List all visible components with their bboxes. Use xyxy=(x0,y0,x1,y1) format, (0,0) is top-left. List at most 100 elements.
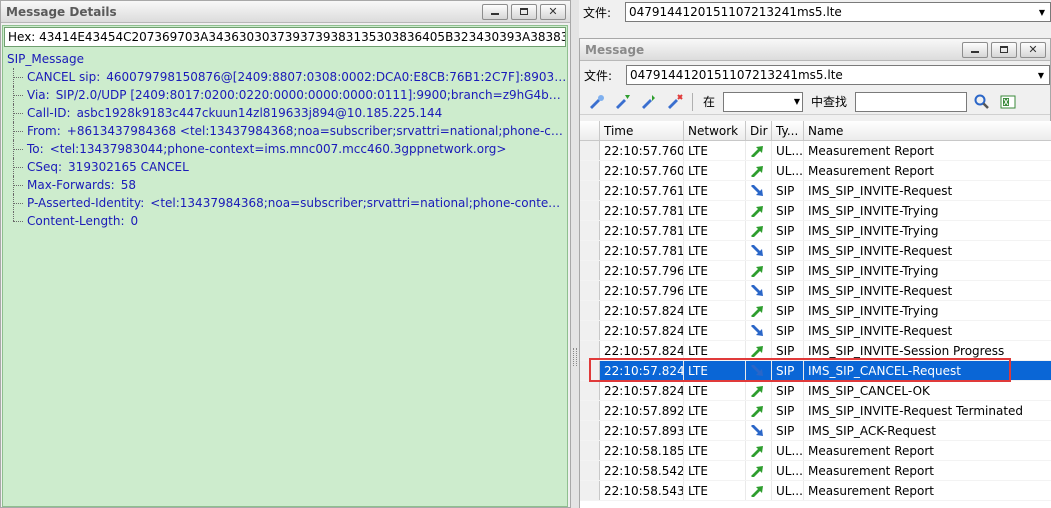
message-detail-tree-area: Hex: 43414E43454C207369703A3436303037393… xyxy=(2,25,568,507)
minimize-icon xyxy=(491,13,499,15)
minimize-button[interactable] xyxy=(482,3,508,20)
panel-title: Message Details xyxy=(6,4,117,19)
chevron-down-icon[interactable]: ▼ xyxy=(1034,3,1050,21)
message-file-selector[interactable]: 047914412015110721324​1ms5.lte ▼ xyxy=(626,65,1050,85)
direction-cell xyxy=(746,401,772,420)
column-header-name[interactable]: Name xyxy=(804,121,1051,140)
search-input[interactable] xyxy=(855,91,968,112)
filter-add-button[interactable] xyxy=(638,92,660,112)
table-row[interactable]: 22:10:57.796 LTE SIP IMS_SIP_INVITE-Request xyxy=(580,281,1051,301)
table-row[interactable]: 22:10:57.781 LTE SIP IMS_SIP_INVITE-Request xyxy=(580,241,1051,261)
message-minimize-button[interactable] xyxy=(962,41,988,58)
table-row[interactable]: 22:10:57.824 LTE SIP IMS_SIP_INVITE-Request xyxy=(580,321,1051,341)
direction-cell xyxy=(746,261,772,280)
field-value: <tel:13437983044;phone-context=ims.mnc00… xyxy=(49,142,507,156)
message-close-button[interactable]: ✕ xyxy=(1020,41,1046,58)
row-header-cell xyxy=(580,361,600,380)
tree-field-row[interactable]: CANCEL sip: 460079798150876@[2409:8807:03… xyxy=(7,68,567,86)
downlink-arrow-icon xyxy=(751,424,763,436)
direction-cell xyxy=(746,461,772,480)
time-cell: 22:10:58.185 xyxy=(600,441,684,460)
row-header-cell xyxy=(580,461,600,480)
direction-cell xyxy=(746,281,772,300)
column-header-dir[interactable]: Dir xyxy=(746,121,772,140)
tree-field-row[interactable]: From: +8613437984368 <tel:13437984368;noa… xyxy=(7,122,567,140)
table-row[interactable]: 22:10:57.781 LTE SIP IMS_SIP_INVITE-Trying xyxy=(580,221,1051,241)
message-maximize-button[interactable] xyxy=(991,41,1017,58)
time-cell: 22:10:57.796 xyxy=(600,261,684,280)
hex-dump-row[interactable]: Hex: 43414E43454C207369703A3436303037393… xyxy=(4,27,566,47)
column-header-network[interactable]: Network xyxy=(684,121,746,140)
name-cell: IMS_SIP_INVITE-Request xyxy=(804,181,1051,200)
in-label: 在 xyxy=(703,95,716,109)
uplink-arrow-icon xyxy=(751,485,763,497)
name-cell: IMS_SIP_INVITE-Request xyxy=(804,241,1051,260)
time-cell: 22:10:57.824 xyxy=(600,321,684,340)
table-row[interactable]: 22:10:57.760 LTE UL... Measurement Report xyxy=(580,141,1051,161)
tree-field-row[interactable]: Via: SIP/2.0/UDP [2409:8017:0200:0220:000… xyxy=(7,86,567,104)
name-cell: IMS_SIP_INVITE-Trying xyxy=(804,201,1051,220)
search-button[interactable] xyxy=(971,92,993,112)
time-cell: 22:10:57.892 xyxy=(600,401,684,420)
tree-connector xyxy=(7,176,27,194)
table-row[interactable]: 22:10:58.543 LTE UL... Measurement Report xyxy=(580,481,1051,501)
chevron-down-icon[interactable]: ▼ xyxy=(1033,66,1049,84)
time-cell: 22:10:57.760 xyxy=(600,141,684,160)
message-title: Message xyxy=(585,42,645,57)
field-name: Call-ID: xyxy=(27,106,71,120)
time-cell: 22:10:57.824 xyxy=(600,301,684,320)
row-header-cell xyxy=(580,381,600,400)
search-scope-select[interactable]: ▼ xyxy=(723,91,804,112)
table-row[interactable]: 22:10:57.893 LTE SIP IMS_SIP_ACK-Request xyxy=(580,421,1051,441)
message-table: Time Network Dir Ty... Name 22:10:57.760… xyxy=(580,121,1051,508)
direction-cell xyxy=(746,241,772,260)
export-excel-button[interactable] xyxy=(997,92,1019,112)
row-header-cell xyxy=(580,201,600,220)
file-name: 047914412015110721324​1ms5.lte xyxy=(630,68,843,82)
close-button[interactable]: ✕ xyxy=(540,3,566,20)
table-row[interactable]: 22:10:57.781 LTE SIP IMS_SIP_INVITE-Trying xyxy=(580,201,1051,221)
field-name: Via: xyxy=(27,88,50,102)
table-row[interactable]: 22:10:57.824 LTE SIP IMS_SIP_INVITE-Trying xyxy=(580,301,1051,321)
row-header-cell xyxy=(580,421,600,440)
type-cell: SIP xyxy=(772,201,804,220)
tree-field-row[interactable]: To: <tel:13437983044;phone-context=ims.mn… xyxy=(7,140,567,158)
tree-field-row[interactable]: Content-Length: 0 xyxy=(7,212,567,230)
filter-up-button[interactable] xyxy=(586,92,608,112)
name-cell: Measurement Report xyxy=(804,441,1051,460)
network-cell: LTE xyxy=(684,261,746,280)
table-row[interactable]: 22:10:57.824 LTE SIP IMS_SIP_CANCEL-OK xyxy=(580,381,1051,401)
tree-field-row[interactable]: P-Asserted-Identity: <tel:13437984368;noa… xyxy=(7,194,567,212)
tree-field-row[interactable]: CSeq: 319302165 CANCEL xyxy=(7,158,567,176)
table-row[interactable]: 22:10:58.185 LTE UL... Measurement Report xyxy=(580,441,1051,461)
column-header-type[interactable]: Ty... xyxy=(772,121,804,140)
tree-field-row[interactable]: Call-ID: asbc1928k9183c447ckuun14zl819633… xyxy=(7,104,567,122)
direction-cell xyxy=(746,141,772,160)
search-label: 中查找 xyxy=(811,95,848,109)
panel-splitter[interactable] xyxy=(571,0,579,508)
uplink-arrow-icon xyxy=(751,305,763,317)
table-row[interactable]: 22:10:57.761 LTE SIP IMS_SIP_INVITE-Request xyxy=(580,181,1051,201)
type-cell: SIP xyxy=(772,301,804,320)
tree-root-sip-message[interactable]: SIP_Message xyxy=(7,50,567,68)
type-cell: UL... xyxy=(772,161,804,180)
filter-down-button[interactable] xyxy=(612,92,634,112)
table-row[interactable]: 22:10:58.542 LTE UL... Measurement Report xyxy=(580,461,1051,481)
file-selector[interactable]: 047914412015110721324​1ms5.lte ▼ xyxy=(625,2,1051,22)
filter-clear-button[interactable] xyxy=(664,92,686,112)
type-cell: SIP xyxy=(772,261,804,280)
name-cell: IMS_SIP_ACK-Request xyxy=(804,421,1051,440)
chevron-down-icon: ▼ xyxy=(793,96,801,106)
file-row-message: 文件: 047914412015110721324​1ms5.lte ▼ xyxy=(580,61,1050,89)
splitter-grip[interactable] xyxy=(573,348,577,366)
table-row[interactable]: 22:10:57.892 LTE SIP IMS_SIP_INVITE-Request… xyxy=(580,401,1051,421)
field-name: From: xyxy=(27,124,61,138)
tree-field-row[interactable]: Max-Forwards: 58 xyxy=(7,176,567,194)
column-header-time[interactable]: Time xyxy=(600,121,684,140)
table-row[interactable]: 22:10:57.760 LTE UL... Measurement Report xyxy=(580,161,1051,181)
table-row-selected[interactable]: 22:10:57.824 LTE SIP IMS_SIP_CANCEL-Request xyxy=(580,361,1051,381)
table-row[interactable]: 22:10:57.824 LTE SIP IMS_SIP_INVITE-Session… xyxy=(580,341,1051,361)
table-row[interactable]: 22:10:57.796 LTE SIP IMS_SIP_INVITE-Trying xyxy=(580,261,1051,281)
uplink-arrow-icon xyxy=(751,265,763,277)
maximize-button[interactable] xyxy=(511,3,537,20)
